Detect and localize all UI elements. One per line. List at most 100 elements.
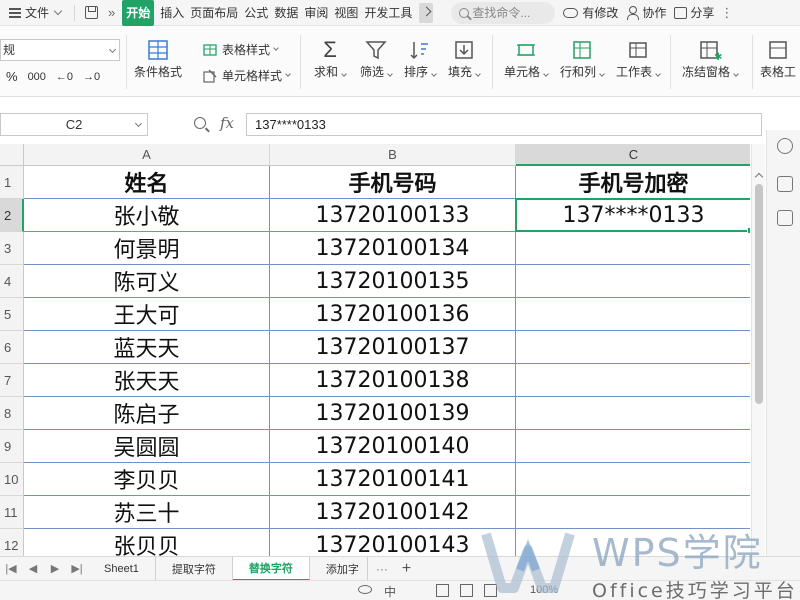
- row-header-4[interactable]: 4: [0, 265, 24, 298]
- sheet-tab-add[interactable]: 添加字: [310, 556, 368, 581]
- file-menu[interactable]: 文件: [0, 0, 70, 26]
- select-all-corner[interactable]: [0, 144, 24, 166]
- cell-b1[interactable]: 手机号码: [270, 166, 516, 199]
- chevron-up-icon[interactable]: [754, 172, 764, 182]
- table-style-button[interactable]: 表格样式: [202, 41, 279, 58]
- percent-button[interactable]: %: [6, 69, 18, 84]
- cell-b4[interactable]: 13720100135: [270, 265, 516, 298]
- cell-style-button[interactable]: 单元格样式: [202, 67, 291, 84]
- thousands-button[interactable]: 000: [28, 71, 46, 83]
- tab-page-layout[interactable]: 页面布局: [187, 0, 241, 26]
- row-header-10[interactable]: 10: [0, 463, 24, 496]
- vertical-scrollbar[interactable]: [751, 144, 765, 556]
- row-header-8[interactable]: 8: [0, 397, 24, 430]
- normal-view-icon[interactable]: [436, 584, 449, 597]
- tabs-scroll-right-button[interactable]: [419, 2, 434, 23]
- row-header-2[interactable]: 2: [0, 199, 24, 232]
- cell-a8[interactable]: 陈启子: [24, 397, 270, 430]
- sheet-tab-replace[interactable]: 替换字符: [232, 556, 310, 581]
- cell-b9[interactable]: 13720100140: [270, 430, 516, 463]
- more-options-icon[interactable]: ⋮: [720, 5, 733, 21]
- cell-b7[interactable]: 13720100138: [270, 364, 516, 397]
- cell-c5[interactable]: [516, 298, 750, 331]
- column-header-b[interactable]: B: [270, 144, 516, 166]
- row-header-12[interactable]: 12: [0, 529, 24, 556]
- cell-a7[interactable]: 张天天: [24, 364, 270, 397]
- tab-insert[interactable]: 插入: [157, 0, 187, 26]
- style-panel-icon[interactable]: [777, 176, 793, 192]
- tab-home[interactable]: 开始: [122, 0, 155, 26]
- row-header-11[interactable]: 11: [0, 496, 24, 529]
- input-mode[interactable]: 中: [384, 583, 396, 600]
- first-sheet-button[interactable]: |◀: [0, 557, 22, 581]
- tab-developer[interactable]: 开发工具: [361, 0, 415, 26]
- cell-a3[interactable]: 何景明: [24, 232, 270, 265]
- column-header-a[interactable]: A: [24, 144, 270, 166]
- row-header-9[interactable]: 9: [0, 430, 24, 463]
- tab-review[interactable]: 审阅: [301, 0, 331, 26]
- rows-columns-button[interactable]: 行和列: [560, 37, 605, 80]
- more-chevron-icon[interactable]: »: [108, 5, 115, 20]
- fx-icon[interactable]: fx: [220, 114, 234, 132]
- last-sheet-button[interactable]: ▶|: [66, 557, 88, 581]
- row-header-5[interactable]: 5: [0, 298, 24, 331]
- changes-button[interactable]: 有修改: [563, 4, 618, 21]
- cell-c8[interactable]: [516, 397, 750, 430]
- filter-button[interactable]: 筛选: [360, 37, 393, 80]
- cell-a11[interactable]: 苏三十: [24, 496, 270, 529]
- cell-c3[interactable]: [516, 232, 750, 265]
- cell-a10[interactable]: 李贝贝: [24, 463, 270, 496]
- column-header-c[interactable]: C: [516, 144, 750, 166]
- cell-c10[interactable]: [516, 463, 750, 496]
- cell-c4[interactable]: [516, 265, 750, 298]
- cell-a1[interactable]: 姓名: [24, 166, 270, 199]
- cell-c11[interactable]: [516, 496, 750, 529]
- zoom-search-icon[interactable]: [194, 117, 206, 129]
- cell-b10[interactable]: 13720100141: [270, 463, 516, 496]
- conditional-format-button[interactable]: 条件格式: [134, 37, 182, 80]
- cell-a2[interactable]: 张小敬: [24, 199, 270, 232]
- sheet-tab-extract[interactable]: 提取字符: [156, 556, 233, 581]
- command-search[interactable]: 查找命令...: [451, 1, 556, 24]
- cell-c2[interactable]: 137****0133: [516, 199, 750, 232]
- cell-c6[interactable]: [516, 331, 750, 364]
- decrease-decimal-button[interactable]: →0: [83, 71, 100, 83]
- prev-sheet-button[interactable]: ◀: [22, 557, 44, 581]
- tab-data[interactable]: 数据: [271, 0, 301, 26]
- cell-button[interactable]: 单元格: [504, 37, 549, 80]
- add-sheet-icon[interactable]: +: [402, 560, 411, 578]
- save-icon[interactable]: [85, 6, 99, 19]
- more-sheets-icon[interactable]: ···: [376, 562, 388, 576]
- zoom-level[interactable]: 100%: [530, 584, 558, 596]
- cell-b6[interactable]: 13720100137: [270, 331, 516, 364]
- table-tools-button[interactable]: 表格工: [760, 37, 796, 80]
- row-header-3[interactable]: 3: [0, 232, 24, 265]
- cell-b2[interactable]: 13720100133: [270, 199, 516, 232]
- worksheet-button[interactable]: 工作表: [616, 37, 661, 80]
- formula-input[interactable]: 137****0133: [246, 113, 762, 136]
- fill-button[interactable]: 填充: [448, 37, 481, 80]
- name-box[interactable]: C2: [0, 113, 148, 136]
- page-break-view-icon[interactable]: [484, 584, 497, 597]
- cell-c1[interactable]: 手机号加密: [516, 166, 750, 199]
- cell-c12[interactable]: [516, 529, 750, 556]
- sort-button[interactable]: 排序: [404, 37, 437, 80]
- scroll-thumb[interactable]: [755, 184, 763, 404]
- help-icon[interactable]: [777, 138, 793, 154]
- cell-a12[interactable]: 张贝贝: [24, 529, 270, 556]
- cell-c9[interactable]: [516, 430, 750, 463]
- tab-formulas[interactable]: 公式: [241, 0, 271, 26]
- sheet-tab-sheet1[interactable]: Sheet1: [88, 556, 156, 581]
- cell-a4[interactable]: 陈可义: [24, 265, 270, 298]
- cell-a9[interactable]: 吴圆圆: [24, 430, 270, 463]
- cell-c7[interactable]: [516, 364, 750, 397]
- cell-b3[interactable]: 13720100134: [270, 232, 516, 265]
- font-name-select[interactable]: 规: [0, 39, 120, 61]
- row-header-6[interactable]: 6: [0, 331, 24, 364]
- cell-a6[interactable]: 蓝天天: [24, 331, 270, 364]
- tray-icon[interactable]: [777, 210, 793, 226]
- share-button[interactable]: 分享: [674, 4, 714, 21]
- eye-icon[interactable]: [358, 585, 372, 594]
- cell-b5[interactable]: 13720100136: [270, 298, 516, 331]
- cell-a5[interactable]: 王大可: [24, 298, 270, 331]
